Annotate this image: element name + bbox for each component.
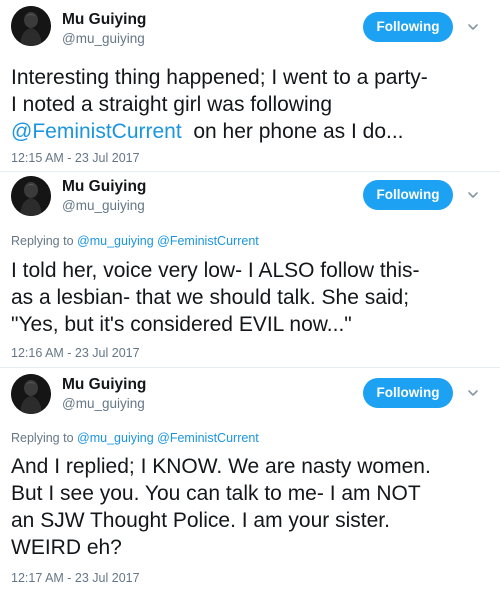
tweet-text-line: WEIRD eh? bbox=[11, 536, 122, 559]
avatar-image bbox=[11, 176, 51, 216]
chevron-down-icon[interactable] bbox=[466, 20, 480, 34]
tweet-text: And I replied; I KNOW. We are nasty wome… bbox=[11, 453, 496, 561]
reply-user-link[interactable]: @mu_guiying bbox=[77, 431, 154, 445]
reply-user-link[interactable]: @FeministCurrent bbox=[157, 431, 259, 445]
tweet-text: I told her, voice very low- I ALSO follo… bbox=[11, 257, 496, 338]
timestamp[interactable]: 12:15 AM - 23 Jul 2017 bbox=[11, 151, 140, 165]
tweet-text: Interesting thing happened; I went to a … bbox=[11, 64, 496, 145]
replying-to: Replying to @mu_guiying @FeministCurrent bbox=[11, 431, 259, 445]
reply-user-link[interactable]: @mu_guiying bbox=[77, 234, 154, 248]
tweet-text-line: Interesting thing happened; I went to a … bbox=[11, 66, 428, 89]
following-button[interactable]: Following bbox=[363, 378, 453, 408]
tweet-text-line: as a lesbian- that we should talk. She s… bbox=[11, 286, 410, 309]
following-button[interactable]: Following bbox=[363, 180, 453, 210]
tweet-text-line: @FeministCurrent on her phone as I do... bbox=[11, 118, 496, 145]
tweet-text-fragment: on her phone as I do... bbox=[193, 120, 404, 143]
tweet-2: Mu Guiying @mu_guiying Following Replyin… bbox=[0, 172, 500, 368]
tweet-1: Mu Guiying @mu_guiying Following Interes… bbox=[0, 0, 500, 172]
timestamp[interactable]: 12:16 AM - 23 Jul 2017 bbox=[11, 346, 140, 360]
tweet-3: Mu Guiying @mu_guiying Following Replyin… bbox=[0, 368, 500, 596]
avatar-image bbox=[11, 6, 51, 46]
user-handle[interactable]: @mu_guiying bbox=[62, 31, 145, 47]
user-handle[interactable]: @mu_guiying bbox=[62, 198, 145, 214]
user-handle[interactable]: @mu_guiying bbox=[62, 396, 145, 412]
following-button[interactable]: Following bbox=[363, 12, 453, 42]
mention-link[interactable]: @FeministCurrent bbox=[11, 120, 182, 143]
reply-user-link[interactable]: @FeministCurrent bbox=[157, 234, 259, 248]
tweet-text-line: "Yes, but it's considered EVIL now..." bbox=[11, 313, 352, 336]
display-name[interactable]: Mu Guiying bbox=[62, 376, 146, 394]
tweet-text-line: an SJW Thought Police. I am your sister. bbox=[11, 509, 390, 532]
tweet-text-line: And I replied; I KNOW. We are nasty wome… bbox=[11, 455, 431, 478]
tweet-text-line: But I see you. You can talk to me- I am … bbox=[11, 482, 421, 505]
timestamp[interactable]: 12:17 AM - 23 Jul 2017 bbox=[11, 571, 140, 585]
tweet-text-line: I told her, voice very low- I ALSO follo… bbox=[11, 259, 420, 282]
avatar[interactable] bbox=[11, 374, 51, 414]
tweet-text-line: I noted a straight girl was following bbox=[11, 93, 332, 116]
avatar[interactable] bbox=[11, 6, 51, 46]
display-name[interactable]: Mu Guiying bbox=[62, 11, 146, 29]
avatar-image bbox=[11, 374, 51, 414]
chevron-down-icon[interactable] bbox=[466, 188, 480, 202]
avatar[interactable] bbox=[11, 176, 51, 216]
replying-to-label: Replying to bbox=[11, 431, 74, 445]
display-name[interactable]: Mu Guiying bbox=[62, 178, 146, 196]
chevron-down-icon[interactable] bbox=[466, 386, 480, 400]
replying-to: Replying to @mu_guiying @FeministCurrent bbox=[11, 234, 259, 248]
replying-to-label: Replying to bbox=[11, 234, 74, 248]
